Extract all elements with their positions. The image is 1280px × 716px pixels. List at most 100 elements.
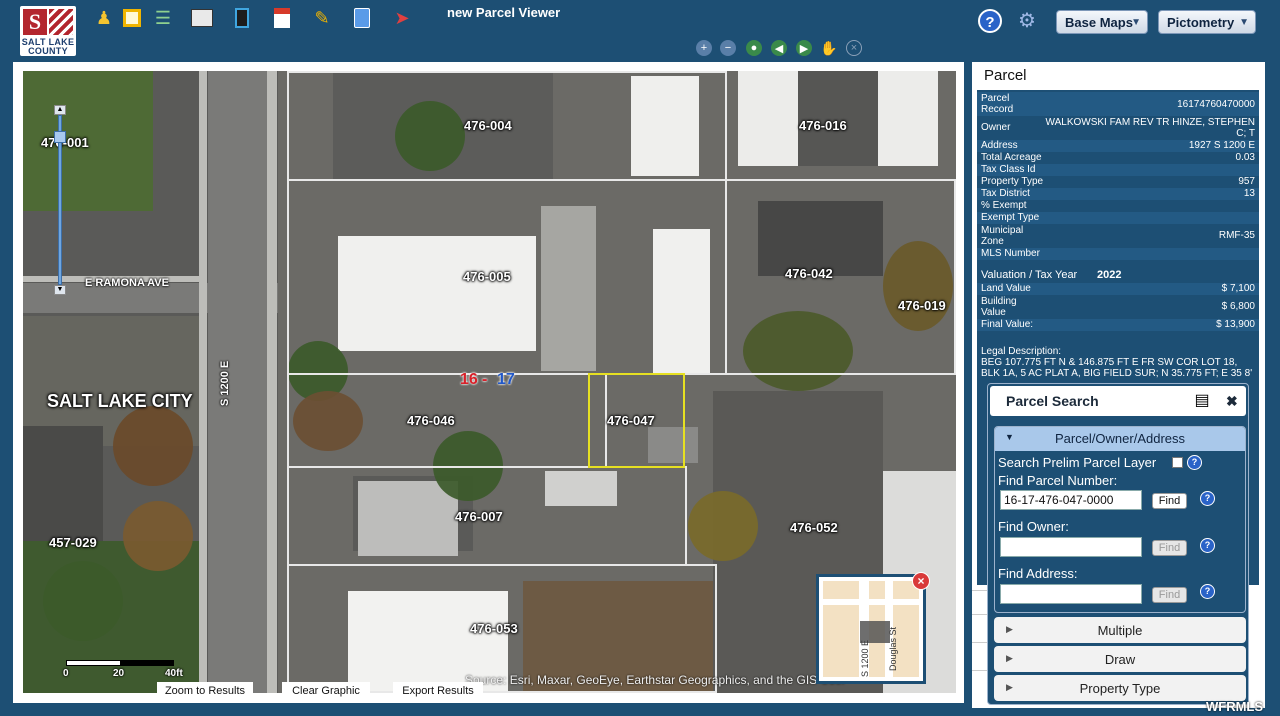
slider-down-icon[interactable]: ▼ (54, 285, 66, 295)
full-extent-globe-icon[interactable]: ● (746, 40, 762, 56)
info-row: MLS Number (977, 248, 1259, 260)
settings-gear-icon[interactable]: ⚙ (1014, 8, 1040, 34)
sidewalk-east (267, 71, 277, 693)
info-row: Owner WALKOWSKI FAM REV TR HINZE, STEPHE… (977, 116, 1259, 140)
help-icon[interactable]: ? (978, 9, 1002, 33)
find-owner-button[interactable]: Find (1152, 540, 1187, 556)
street-label-1200e: S 1200 E (219, 360, 231, 406)
parcel-label[interactable]: 476-042 (785, 266, 833, 281)
parcel-label[interactable]: 476-053 (470, 621, 518, 636)
parcel-label[interactable]: 476-004 (464, 118, 512, 133)
section-number-b: 17 (497, 371, 515, 388)
previous-extent-icon[interactable]: ◀ (771, 40, 787, 56)
parcel-label[interactable]: 476-019 (898, 298, 946, 313)
zoom-slider[interactable]: ▲ ▼ (54, 105, 66, 295)
parcel-search-title: Parcel Search (1006, 393, 1099, 409)
close-icon[interactable]: ✖ (1226, 393, 1238, 410)
info-key: Address (981, 140, 1018, 151)
overview-map[interactable]: S 1200 E Douglas St (816, 574, 926, 684)
accordion-draw[interactable]: ▶ Draw (994, 646, 1246, 672)
parcel-label[interactable]: 476-052 (790, 520, 838, 535)
accordion-header-parcel-owner-address[interactable]: ▼ Parcel/Owner/Address (995, 427, 1245, 451)
overview-close-icon[interactable]: × (912, 572, 930, 590)
pictometry-label: Pictometry (1167, 15, 1235, 30)
help-icon[interactable]: ? (1187, 455, 1202, 470)
county-logo[interactable]: S SALT LAKE COUNTY (20, 6, 76, 56)
legal-text: BEG 107.775 FT N & 146.875 FT E FR SW CO… (981, 357, 1253, 379)
print-map-icon[interactable] (190, 6, 214, 30)
parcel-label[interactable]: 457-029 (49, 535, 97, 550)
overview-map-canvas[interactable]: S 1200 E Douglas St (823, 581, 919, 677)
find-parcel-label: Find Parcel Number: (998, 473, 1118, 488)
overview-street-1200e: S 1200 E (860, 639, 870, 677)
accordion-multiple[interactable]: ▶ Multiple (994, 617, 1246, 643)
info-key: % Exempt (981, 200, 1027, 211)
legal-label: Legal Description: (981, 346, 1062, 357)
valuation-header: Valuation / Tax Year 2022 (977, 270, 1259, 283)
parcel-label[interactable]: 476-016 (799, 118, 847, 133)
address-input[interactable] (1000, 584, 1142, 604)
document-icon[interactable] (350, 6, 374, 30)
base-maps-dropdown[interactable]: Base Maps ▼ (1056, 10, 1148, 34)
chevron-down-icon: ▼ (1239, 17, 1249, 28)
info-key: Municipal Zone (981, 225, 1024, 247)
logo-s-mark: S (23, 9, 47, 35)
parcel-number-input[interactable]: 16-17-476-047-0000 (1000, 490, 1142, 510)
city-label: SALT LAKE CITY (47, 391, 193, 411)
lot-line (725, 179, 956, 375)
layers-icon[interactable]: ☰ (151, 6, 175, 30)
next-extent-icon[interactable]: ▶ (796, 40, 812, 56)
export-arrow-icon[interactable]: ➤ (390, 6, 414, 30)
select-frame-icon[interactable] (120, 6, 144, 30)
find-parcel-button[interactable]: Find (1152, 493, 1187, 509)
slider-handle[interactable] (54, 131, 66, 143)
info-row: Tax District 13 (977, 188, 1259, 200)
help-icon[interactable]: ? (1200, 491, 1215, 506)
s-1200-e-road (208, 71, 268, 693)
prelim-parcel-label: Search Prelim Parcel Layer (998, 455, 1157, 470)
overview-street-douglas: Douglas St (888, 626, 898, 671)
accordion-label: Property Type (1079, 681, 1161, 696)
pdf-icon[interactable] (270, 6, 294, 30)
export-results-button[interactable]: Export Results (393, 682, 483, 700)
parcel-label[interactable]: 476-007 (455, 509, 503, 524)
deactivate-icon[interactable]: × (846, 40, 862, 56)
slider-up-icon[interactable]: ▲ (54, 105, 66, 115)
parcel-panel-title: Parcel (984, 67, 1027, 84)
zoom-in-icon[interactable]: + (696, 40, 712, 56)
prelim-parcel-checkbox[interactable] (1172, 457, 1183, 468)
info-row: Total Acreage 0.03 (977, 152, 1259, 164)
value-row: Final Value: $ 13,900 (977, 319, 1259, 331)
wfrmls-watermark: WFRMLS (1206, 699, 1264, 714)
pencil-icon[interactable]: ✎ (310, 6, 334, 30)
find-address-button[interactable]: Find (1152, 587, 1187, 603)
help-icon[interactable]: ? (1200, 584, 1215, 599)
info-row: % Exempt (977, 200, 1259, 212)
pan-hand-icon[interactable]: ✋ (820, 40, 837, 56)
info-key: MLS Number (981, 248, 1040, 259)
info-key: Parcel Record (981, 93, 1014, 115)
info-row: Address 1927 S 1200 E (977, 140, 1259, 152)
scale-tick-0: 0 (63, 668, 69, 679)
tree (688, 491, 758, 561)
find-address-label: Find Address: (998, 566, 1078, 581)
bookmark-icon[interactable] (230, 6, 254, 30)
parcel-label[interactable]: 476-005 (463, 269, 511, 284)
street-label-ramona: E RAMONA AVE (85, 277, 169, 289)
identify-person-icon[interactable]: ♟ (92, 6, 116, 30)
parcel-label[interactable]: 476-046 (407, 413, 455, 428)
sidewalk-west (199, 71, 207, 693)
parcel-label[interactable]: 476-047 (607, 413, 655, 428)
pictometry-dropdown[interactable]: Pictometry ▼ (1158, 10, 1256, 34)
legal-description: Legal Description: BEG 107.775 FT N & 14… (981, 346, 1257, 379)
value-amount: $ 6,800 (1221, 301, 1255, 312)
logo-line2: COUNTY (28, 46, 68, 56)
zoom-out-icon[interactable]: − (720, 40, 736, 56)
accordion-property-type[interactable]: ▶ Property Type (994, 675, 1246, 701)
owner-input[interactable] (1000, 537, 1142, 557)
clear-graphic-button[interactable]: Clear Graphic (282, 682, 370, 700)
help-icon[interactable]: ? (1200, 538, 1215, 553)
accordion-label: Draw (1104, 652, 1136, 667)
zoom-to-results-button[interactable]: Zoom to Results (157, 682, 253, 700)
value-row: Land Value $ 7,100 (977, 283, 1259, 295)
